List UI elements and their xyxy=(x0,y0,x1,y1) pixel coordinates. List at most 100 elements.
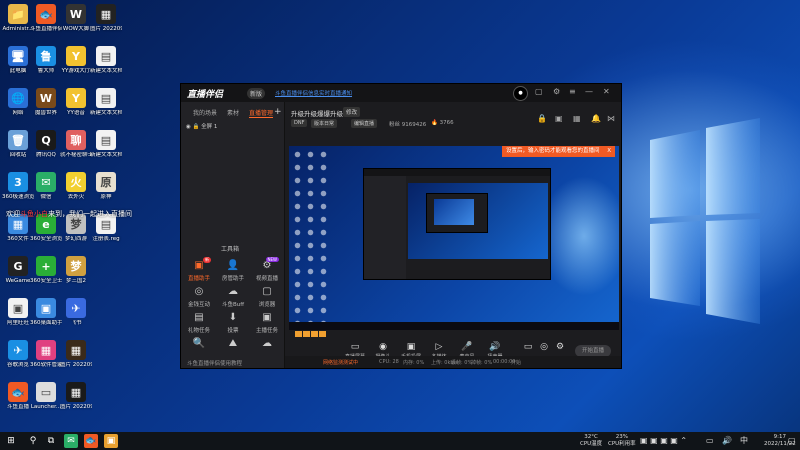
tray-icons[interactable]: ▣ ▣ ▣ ▣ ⌃ xyxy=(640,434,687,448)
edit-room-button[interactable]: 修改 xyxy=(343,107,361,117)
record-icon[interactable]: ▭ xyxy=(521,342,535,352)
desktop-icon[interactable]: W WOW大脚 xyxy=(60,4,92,33)
live-preview[interactable] xyxy=(289,146,619,330)
notice-link[interactable]: 斗鱼直播伴侣信息实时直播通知 xyxy=(275,89,352,97)
wechat-taskbar-icon[interactable]: ✉ xyxy=(64,434,78,448)
tool-button[interactable]: ⬇ 投票 xyxy=(217,312,249,334)
menu-icon[interactable]: ≡ xyxy=(569,87,576,96)
notification-icon[interactable]: ▢ xyxy=(788,434,796,448)
gear-icon[interactable]: ⚙ xyxy=(553,342,567,352)
desktop-icon[interactable]: ▤ 新建文本文档 (2) xyxy=(90,46,122,75)
network-icon[interactable]: ▭ xyxy=(706,434,714,448)
scene-row[interactable]: ◉ 🔒 全屏 1 xyxy=(186,122,217,130)
close-icon[interactable]: ✕ xyxy=(603,87,610,96)
tool-button[interactable]: ▣ 直播助手新 xyxy=(183,257,215,282)
fire-icon: 🔥 xyxy=(431,120,438,126)
task-view-icon[interactable]: ⧉ xyxy=(44,434,58,448)
tool-button[interactable]: ☁ xyxy=(251,338,283,352)
mode-icon[interactable]: ◎ xyxy=(537,342,551,352)
start-icon[interactable]: ⊞ xyxy=(4,434,18,448)
desktop-icon[interactable]: ▣ 360桌面助手 xyxy=(30,298,62,327)
desktop-icon[interactable]: 梦梦三国2 xyxy=(60,256,92,285)
desktop-icon-label: 注册表.reg xyxy=(92,236,120,242)
toast-close-icon[interactable]: X xyxy=(607,146,611,157)
desktop-icon[interactable]: Y YY游戏大厅 xyxy=(60,46,92,75)
desktop-icon[interactable]: 火去外火 xyxy=(60,172,92,201)
desktop-icon[interactable]: W 魔兽世界 xyxy=(30,88,62,117)
eye-icon[interactable]: ◉ xyxy=(186,124,191,130)
tool-button[interactable]: 🔍 xyxy=(183,338,215,352)
tool-label: 金钱互动 xyxy=(187,302,210,308)
search-icon[interactable]: ⚲ xyxy=(26,434,40,448)
app-icon: Y xyxy=(66,46,86,66)
version-badge[interactable]: 新版 xyxy=(247,88,266,99)
tool-icon: 🔍 xyxy=(192,338,206,349)
app-icon: W xyxy=(36,88,56,108)
settings-icon[interactable]: ⚙ xyxy=(553,87,560,96)
desktop-icon[interactable]: ▤ 新建文本文档 xyxy=(90,130,122,159)
volume-icon[interactable]: 🔊 xyxy=(722,434,732,448)
password-toast[interactable]: 设置后，输入密码才能观看您的直播间 X xyxy=(502,146,615,157)
desktop-icon[interactable]: Q 腾讯QQ xyxy=(30,130,62,159)
app-icon: ✈ xyxy=(66,298,86,318)
tool-button[interactable]: ▣ 主播任务 xyxy=(251,312,283,334)
preview-desktop-icons xyxy=(291,148,329,328)
douyu-live-companion-window[interactable]: 直播伴侣 新版 斗鱼直播伴侣信息实时直播通知 ● ▢ ⚙ ≡ — ✕ 我的场景 素… xyxy=(180,83,622,369)
tutorial-link[interactable]: 斗鱼直播伴侣使用教程 xyxy=(187,359,242,367)
message-icon[interactable]: ▢ xyxy=(535,87,543,96)
desktop-icon[interactable]: ▦ 图片 20220916... xyxy=(90,4,122,33)
desktop-icon[interactable]: ▤ 新建文本文档 (3) xyxy=(90,88,122,117)
tab-1[interactable]: 素材 xyxy=(227,108,239,117)
scene-thumbnails[interactable] xyxy=(295,330,327,337)
desktop-icon[interactable]: 原原神 xyxy=(90,172,122,201)
cpu-temp: 32°C CPU温度 xyxy=(580,434,603,447)
desktop-icon[interactable]: ▭ Launcher... xyxy=(30,382,62,411)
add-scene-icon[interactable]: + xyxy=(274,107,282,117)
ime-indicator[interactable]: 中 xyxy=(740,434,748,448)
share-icon[interactable]: ⋈ xyxy=(607,114,615,123)
app-icon: ▭ xyxy=(36,382,56,402)
douyu-taskbar-icon[interactable]: 🐟 xyxy=(84,434,98,448)
tab-2[interactable]: 直播管理 xyxy=(249,108,274,118)
desktop-icon[interactable]: ▦ 图片 20220916... xyxy=(60,340,92,369)
desktop-icon[interactable]: ✉ 微信 xyxy=(30,172,62,201)
tool-button[interactable]: ▢ 浏览器 xyxy=(251,286,283,308)
tag-game[interactable]: DNF xyxy=(291,119,308,127)
desktop-icon[interactable]: 鲁鲁大师 xyxy=(30,46,62,75)
desktop-icon[interactable]: Y YY语音 xyxy=(60,88,92,117)
tab-0[interactable]: 我的场景 xyxy=(193,108,217,117)
lock-room-icon[interactable]: 🔒 xyxy=(537,114,547,123)
tool-button[interactable]: ⛰ xyxy=(217,338,249,352)
desktop-icon[interactable]: 🐟 斗鱼直播伴侣 xyxy=(30,4,62,33)
desktop-icon-label: 梦幻西游 xyxy=(64,236,87,242)
tool-button[interactable]: ☁ 斗鱼Buff xyxy=(217,286,249,308)
avatar[interactable]: ● xyxy=(513,86,528,101)
tool-label: 礼物任务 xyxy=(187,328,210,334)
app-taskbar-icon[interactable]: ▣ xyxy=(104,434,118,448)
tool-label: 投票 xyxy=(227,328,239,334)
app-icon: ▣ xyxy=(8,298,28,318)
tool-button[interactable]: ⚙ 视频直播 NEW xyxy=(251,257,283,282)
lock-icon[interactable]: 🔒 xyxy=(193,124,200,130)
desktop-icon-label: 新建文本文档 xyxy=(90,152,122,158)
gift-icon[interactable]: ▦ xyxy=(573,114,581,123)
tag-edit-live[interactable]: 编辑直播 xyxy=(351,119,378,128)
preview-nested-window xyxy=(363,168,551,280)
tool-button[interactable]: ▤ 礼物任务 xyxy=(183,312,215,334)
cast-icon[interactable]: ▣ xyxy=(555,114,563,123)
desktop-icon[interactable]: ▦ 图片 20220916... xyxy=(60,382,92,411)
desktop-icon[interactable]: ✈ 飞书 xyxy=(60,298,92,327)
tool-icon: ▣ xyxy=(262,312,272,323)
bell-icon[interactable]: 🔔 xyxy=(591,114,601,123)
minimize-icon[interactable]: — xyxy=(585,87,593,96)
desktop-icon-label: 飞书 xyxy=(70,320,82,326)
desktop-icon[interactable]: 聊就不秘密聊士 xyxy=(60,130,92,159)
tool-button[interactable]: 👤 房管助手 xyxy=(217,260,249,282)
control-icon: ▣ xyxy=(406,342,416,352)
app-titlebar[interactable]: 直播伴侣 新版 斗鱼直播伴侣信息实时直播通知 ● ▢ ⚙ ≡ — ✕ xyxy=(181,84,621,102)
hot-count: 🔥 3766 xyxy=(431,120,454,126)
desktop-icon[interactable]: +360安全卫士 xyxy=(30,256,62,285)
tool-button[interactable]: ◎ 金钱互动 xyxy=(183,286,215,308)
tag-category[interactable]: 版本日常 xyxy=(311,119,338,128)
desktop-icon[interactable]: ▦ 360软件管家 xyxy=(30,340,62,369)
